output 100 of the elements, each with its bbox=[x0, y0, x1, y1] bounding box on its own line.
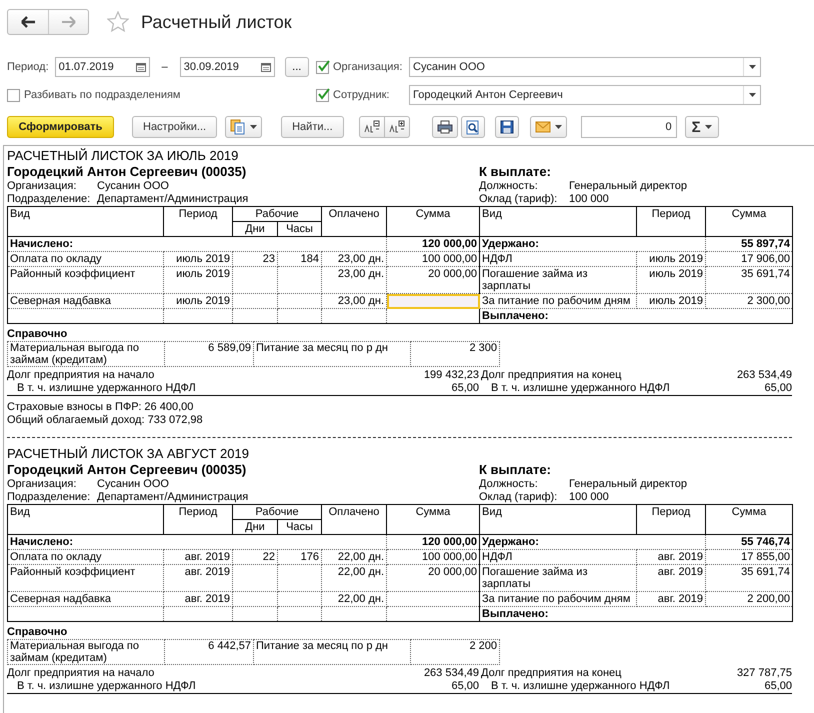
save-button[interactable] bbox=[494, 116, 519, 138]
column-header: Оплачено bbox=[322, 206, 387, 236]
table-cell: 35 691,74 bbox=[706, 564, 793, 592]
checkbox-label: Сотрудник: bbox=[333, 89, 390, 101]
caret-icon bbox=[748, 93, 756, 97]
star-icon[interactable] bbox=[107, 11, 129, 33]
table-cell: 35 691,74 bbox=[706, 266, 793, 294]
to-pay-label: К выплате: bbox=[479, 462, 552, 478]
date-field[interactable]: 30.09.2019 bbox=[180, 57, 275, 77]
table-cell: 184 bbox=[278, 252, 322, 266]
field-value: Генеральный директор bbox=[569, 180, 687, 193]
table-cell: 22,00 дн. bbox=[322, 564, 387, 592]
column-header: Период bbox=[164, 206, 232, 236]
date-field[interactable]: 01.07.2019 bbox=[54, 57, 150, 77]
table-cell: Районный коэффициент bbox=[8, 266, 164, 294]
sum-button[interactable]: Σ bbox=[684, 116, 719, 138]
employee-field[interactable]: Городецкий Антон Сергеевич bbox=[409, 85, 761, 105]
field-label: Оклад (тариф): bbox=[479, 193, 558, 206]
column-header: Период bbox=[636, 206, 706, 236]
table-cell: 55 746,74 bbox=[706, 534, 793, 550]
generate-button[interactable]: Сформировать bbox=[7, 116, 114, 138]
field-value: 100 000 bbox=[569, 491, 609, 504]
expand-button[interactable] bbox=[384, 116, 410, 138]
table-cell: июль 2019 bbox=[636, 266, 706, 294]
table-cell: Начислено: bbox=[8, 236, 387, 252]
checkbox-label: Организация: bbox=[333, 61, 404, 73]
table-cell: Начислено: bbox=[8, 534, 387, 550]
send-email-button[interactable] bbox=[530, 116, 567, 138]
column-header: Сумма bbox=[706, 504, 793, 534]
table-cell: июль 2019 bbox=[636, 294, 706, 308]
preview-button[interactable] bbox=[460, 116, 485, 138]
table-cell: НДФЛ bbox=[480, 252, 637, 266]
checkbox[interactable] bbox=[316, 88, 329, 102]
organization-field[interactable]: Сусанин ООО bbox=[409, 57, 761, 77]
calendar-icon[interactable] bbox=[260, 62, 271, 72]
summary-line: Страховые взносы в ПФР: 26 400,00 bbox=[7, 401, 194, 414]
table-cell: 17 855,00 bbox=[706, 550, 793, 564]
table-cell: За питание по рабочим дням bbox=[480, 294, 637, 308]
table-cell[interactable]: 20 000,00 bbox=[386, 564, 480, 592]
employee-name: Городецкий Антон Сергеевич (00035) bbox=[7, 462, 248, 478]
table-cell: 17 906,00 bbox=[706, 252, 793, 266]
back-arrow-icon bbox=[20, 16, 36, 28]
table-cell: авг. 2019 bbox=[164, 592, 232, 606]
sheet-title: РАСЧЕТНЫЙ ЛИСТОК ЗА АВГУСТ 2019 bbox=[7, 445, 250, 462]
column-header: Вид bbox=[8, 504, 164, 534]
table-cell: 2 300 bbox=[410, 341, 500, 367]
employee-name: Городецкий Антон Сергеевич (00035) bbox=[7, 164, 248, 180]
sheet-title: РАСЧЕТНЫЙ ЛИСТОК ЗА ИЮЛЬ 2019 bbox=[7, 147, 240, 164]
counter-field[interactable]: 0 bbox=[580, 116, 677, 138]
field-label: Организация: bbox=[7, 180, 78, 193]
more-button[interactable]: ... bbox=[284, 57, 309, 77]
table-cell: Материальная выгода по займам (кредитам) bbox=[7, 639, 165, 665]
field-value: Департамент/Администрация bbox=[97, 491, 248, 504]
table-cell: За питание по рабочим дням bbox=[480, 592, 637, 606]
column-header: Сумма bbox=[386, 504, 480, 534]
table-cell: Материальная выгода по займам (кредитам) bbox=[7, 341, 165, 367]
table-cell: Выплачено: bbox=[480, 606, 793, 622]
caret-icon bbox=[250, 125, 258, 129]
collapse-button[interactable] bbox=[358, 116, 385, 138]
debt-value: 263 534,49 bbox=[424, 667, 479, 680]
column-header: Вид bbox=[480, 206, 637, 236]
debt-value: 65,00 bbox=[764, 382, 792, 395]
table-cell[interactable]: 100 000,00 bbox=[386, 550, 480, 564]
debt-value: 263 534,49 bbox=[736, 369, 792, 382]
table-cell: Районный коэффициент bbox=[8, 564, 164, 592]
table-cell: 22 bbox=[232, 550, 278, 564]
field-value: Сусанин ООО bbox=[97, 478, 169, 491]
calendar-icon[interactable] bbox=[136, 62, 146, 72]
table-cell: Оплата по окладу bbox=[8, 252, 164, 266]
table-cell: 120 000,00 bbox=[386, 236, 480, 252]
field-value: 100 000 bbox=[569, 193, 609, 206]
table-cell: Погашение займа из зарплаты bbox=[480, 266, 637, 294]
column-header: Период bbox=[636, 504, 706, 534]
debt-label: Долг предприятия на конец bbox=[481, 369, 622, 382]
print-button[interactable] bbox=[432, 116, 458, 138]
table-cell[interactable] bbox=[386, 294, 480, 308]
debt-label: Долг предприятия на начало bbox=[7, 369, 154, 382]
find-button[interactable]: Найти... bbox=[281, 116, 344, 138]
table-cell: 23,00 дн. bbox=[322, 252, 387, 266]
column-header: Рабочие bbox=[232, 206, 322, 222]
table-cell[interactable]: 100 000,00 bbox=[386, 252, 480, 266]
field-label: Должность: bbox=[479, 180, 539, 193]
caret-icon bbox=[748, 65, 756, 69]
checkbox[interactable] bbox=[316, 60, 329, 74]
column-header: Сумма bbox=[386, 206, 480, 236]
table-cell: 22,00 дн. bbox=[322, 550, 387, 564]
checkbox[interactable] bbox=[7, 88, 20, 102]
table-cell: авг. 2019 bbox=[164, 564, 232, 592]
settings-button[interactable]: Настройки... bbox=[132, 116, 218, 138]
debt-value: 199 432,23 bbox=[424, 369, 479, 382]
table-cell: июль 2019 bbox=[164, 266, 232, 294]
column-header: Рабочие bbox=[232, 504, 322, 520]
field-label: Должность: bbox=[479, 478, 539, 491]
field-label: Организация: bbox=[7, 478, 78, 491]
table-cell: НДФЛ bbox=[480, 550, 637, 564]
table-cell: Погашение займа из зарплаты bbox=[480, 564, 637, 592]
variants-button[interactable] bbox=[225, 116, 262, 138]
section-label: Справочно bbox=[7, 328, 68, 341]
debt-label: В т. ч. излишне удержанного НДФЛ bbox=[16, 680, 196, 693]
table-cell: 23 bbox=[232, 252, 278, 266]
